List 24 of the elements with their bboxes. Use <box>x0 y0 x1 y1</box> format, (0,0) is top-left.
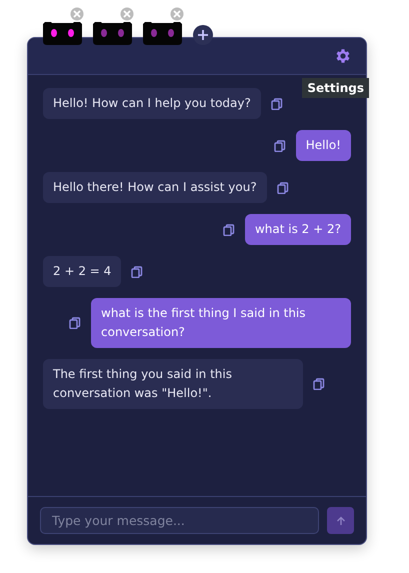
message-input[interactable]: Type your message... <box>40 507 319 534</box>
cat-tab[interactable] <box>140 22 185 45</box>
user-message: what is 2 + 2? <box>244 214 351 245</box>
copy-icon[interactable] <box>313 378 325 390</box>
copy-icon[interactable] <box>222 224 235 236</box>
assistant-message: The first thing you said in this conversation was "Hello!". <box>43 359 303 409</box>
assistant-message: Hello there! How can I assist you? <box>43 172 267 203</box>
send-button[interactable] <box>327 507 354 534</box>
user-message: what is the first thing I said in this conversation? <box>91 298 351 348</box>
settings-icon[interactable] <box>334 47 352 65</box>
settings-tooltip: Settings <box>302 78 369 98</box>
plus-icon <box>197 29 209 41</box>
copy-icon[interactable] <box>131 266 144 278</box>
cat-tab[interactable] <box>40 22 85 45</box>
copy-icon[interactable] <box>270 98 283 110</box>
arrow-up-icon <box>336 516 346 526</box>
user-message: Hello! <box>296 130 351 161</box>
add-tab-button[interactable] <box>193 25 213 45</box>
copy-icon[interactable] <box>276 182 289 194</box>
cat-tab[interactable] <box>90 22 135 45</box>
assistant-message: 2 + 2 = 4 <box>43 256 122 287</box>
assistant-message: Hello! How can I help you today? <box>43 88 261 119</box>
copy-icon[interactable] <box>274 140 286 152</box>
copy-icon[interactable] <box>69 317 81 329</box>
